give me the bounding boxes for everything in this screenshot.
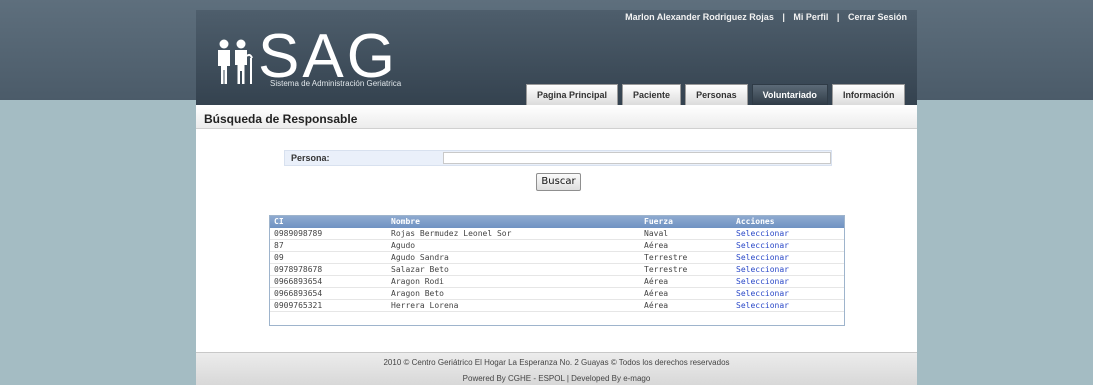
table-row: 0989098789 Rojas Bermudez Leonel Sor Nav… bbox=[270, 228, 844, 240]
column-header-nombre[interactable]: Nombre bbox=[387, 216, 640, 228]
site-footer: 2010 © Centro Geriátrico El Hogar La Esp… bbox=[196, 352, 917, 385]
user-name-link[interactable]: Marlon Alexander Rodriguez Rojas bbox=[625, 12, 774, 22]
tab-pagina-principal[interactable]: Pagina Principal bbox=[526, 84, 619, 105]
select-link[interactable]: Seleccionar bbox=[732, 300, 844, 311]
separator: | bbox=[836, 12, 840, 22]
select-link[interactable]: Seleccionar bbox=[732, 264, 844, 275]
table-row: 87 Agudo Aérea Seleccionar bbox=[270, 240, 844, 252]
logout-link[interactable]: Cerrar Sesión bbox=[848, 12, 907, 22]
tab-voluntariado[interactable]: Voluntariado bbox=[751, 84, 828, 105]
tab-informacion[interactable]: Información bbox=[831, 84, 906, 105]
elderly-figures-logo-icon bbox=[218, 39, 253, 84]
cell-nombre: Aragon Rodi bbox=[391, 277, 444, 286]
right-background bbox=[917, 100, 1093, 385]
cell-fuerza: Aérea bbox=[644, 277, 669, 286]
main-content: Búsqueda de Responsable Persona: Buscar … bbox=[196, 105, 917, 352]
profile-link[interactable]: Mi Perfil bbox=[793, 12, 828, 22]
cell-nombre: Agudo Sandra bbox=[391, 253, 449, 262]
results-table: CI Nombre Fuerza Acciones 0989098789 Roj… bbox=[269, 215, 845, 326]
cell-nombre: Aragon Beto bbox=[391, 289, 444, 298]
cell-ci: 0966893654 bbox=[274, 289, 323, 298]
table-row: 0966893654 Aragon Beto Aérea Seleccionar bbox=[270, 288, 844, 300]
select-link[interactable]: Seleccionar bbox=[732, 288, 844, 299]
cell-ci: 0989098789 bbox=[274, 229, 323, 238]
table-row: 0909765321 Herrera Lorena Aérea Seleccio… bbox=[270, 300, 844, 312]
user-links: Marlon Alexander Rodriguez Rojas | Mi Pe… bbox=[625, 12, 907, 22]
select-link[interactable]: Seleccionar bbox=[732, 240, 844, 251]
cell-fuerza: Naval bbox=[644, 229, 669, 238]
table-row: 09 Agudo Sandra Terrestre Seleccionar bbox=[270, 252, 844, 264]
column-header-fuerza[interactable]: Fuerza bbox=[640, 216, 732, 228]
cell-fuerza: Terrestre bbox=[644, 253, 688, 262]
site-logo[interactable]: SAG Sistema de Administración Geriatrica bbox=[214, 22, 464, 97]
page-container: Marlon Alexander Rodriguez Rojas | Mi Pe… bbox=[196, 10, 917, 385]
table-row: 0966893654 Aragon Rodi Aérea Seleccionar bbox=[270, 276, 844, 288]
cell-ci: 0966893654 bbox=[274, 277, 323, 286]
table-row: 0978978678 Salazar Beto Terrestre Selecc… bbox=[270, 264, 844, 276]
persona-input[interactable] bbox=[443, 152, 831, 164]
tab-paciente[interactable]: Paciente bbox=[622, 84, 682, 105]
cell-ci: 0909765321 bbox=[274, 301, 323, 310]
cell-fuerza: Aérea bbox=[644, 301, 669, 310]
column-header-ci[interactable]: CI bbox=[270, 216, 387, 228]
column-header-acciones: Acciones bbox=[736, 217, 775, 226]
cell-nombre: Salazar Beto bbox=[391, 265, 449, 274]
cell-nombre: Rojas Bermudez Leonel Sor bbox=[391, 229, 512, 238]
cell-ci: 0978978678 bbox=[274, 265, 323, 274]
select-link[interactable]: Seleccionar bbox=[732, 252, 844, 263]
separator: | bbox=[782, 12, 785, 22]
page-title: Búsqueda de Responsable bbox=[196, 105, 917, 129]
main-nav-tabs: Pagina Principal Paciente Personas Volun… bbox=[526, 84, 906, 105]
left-background bbox=[0, 100, 196, 385]
cell-ci: 09 bbox=[274, 253, 284, 262]
persona-form-row: Persona: bbox=[284, 150, 832, 166]
cell-fuerza: Aérea bbox=[644, 289, 669, 298]
select-link[interactable]: Seleccionar bbox=[732, 228, 844, 239]
cell-ci: 87 bbox=[274, 241, 284, 250]
footer-copyright: 2010 © Centro Geriátrico El Hogar La Esp… bbox=[383, 358, 730, 367]
logo-subtitle: Sistema de Administración Geriatrica bbox=[270, 79, 402, 88]
select-link[interactable]: Seleccionar bbox=[732, 276, 844, 287]
cell-nombre: Herrera Lorena bbox=[391, 301, 459, 310]
table-header: CI Nombre Fuerza Acciones bbox=[270, 216, 844, 228]
cell-nombre: Agudo bbox=[391, 241, 416, 250]
tab-personas[interactable]: Personas bbox=[685, 84, 748, 105]
persona-label: Persona: bbox=[291, 153, 330, 163]
cell-fuerza: Terrestre bbox=[644, 265, 688, 274]
search-button[interactable]: Buscar bbox=[536, 173, 581, 191]
footer-credits: Powered By CGHE - ESPOL | Developed By e… bbox=[462, 374, 651, 383]
cell-fuerza: Aérea bbox=[644, 241, 669, 250]
site-header: Marlon Alexander Rodriguez Rojas | Mi Pe… bbox=[196, 10, 917, 105]
